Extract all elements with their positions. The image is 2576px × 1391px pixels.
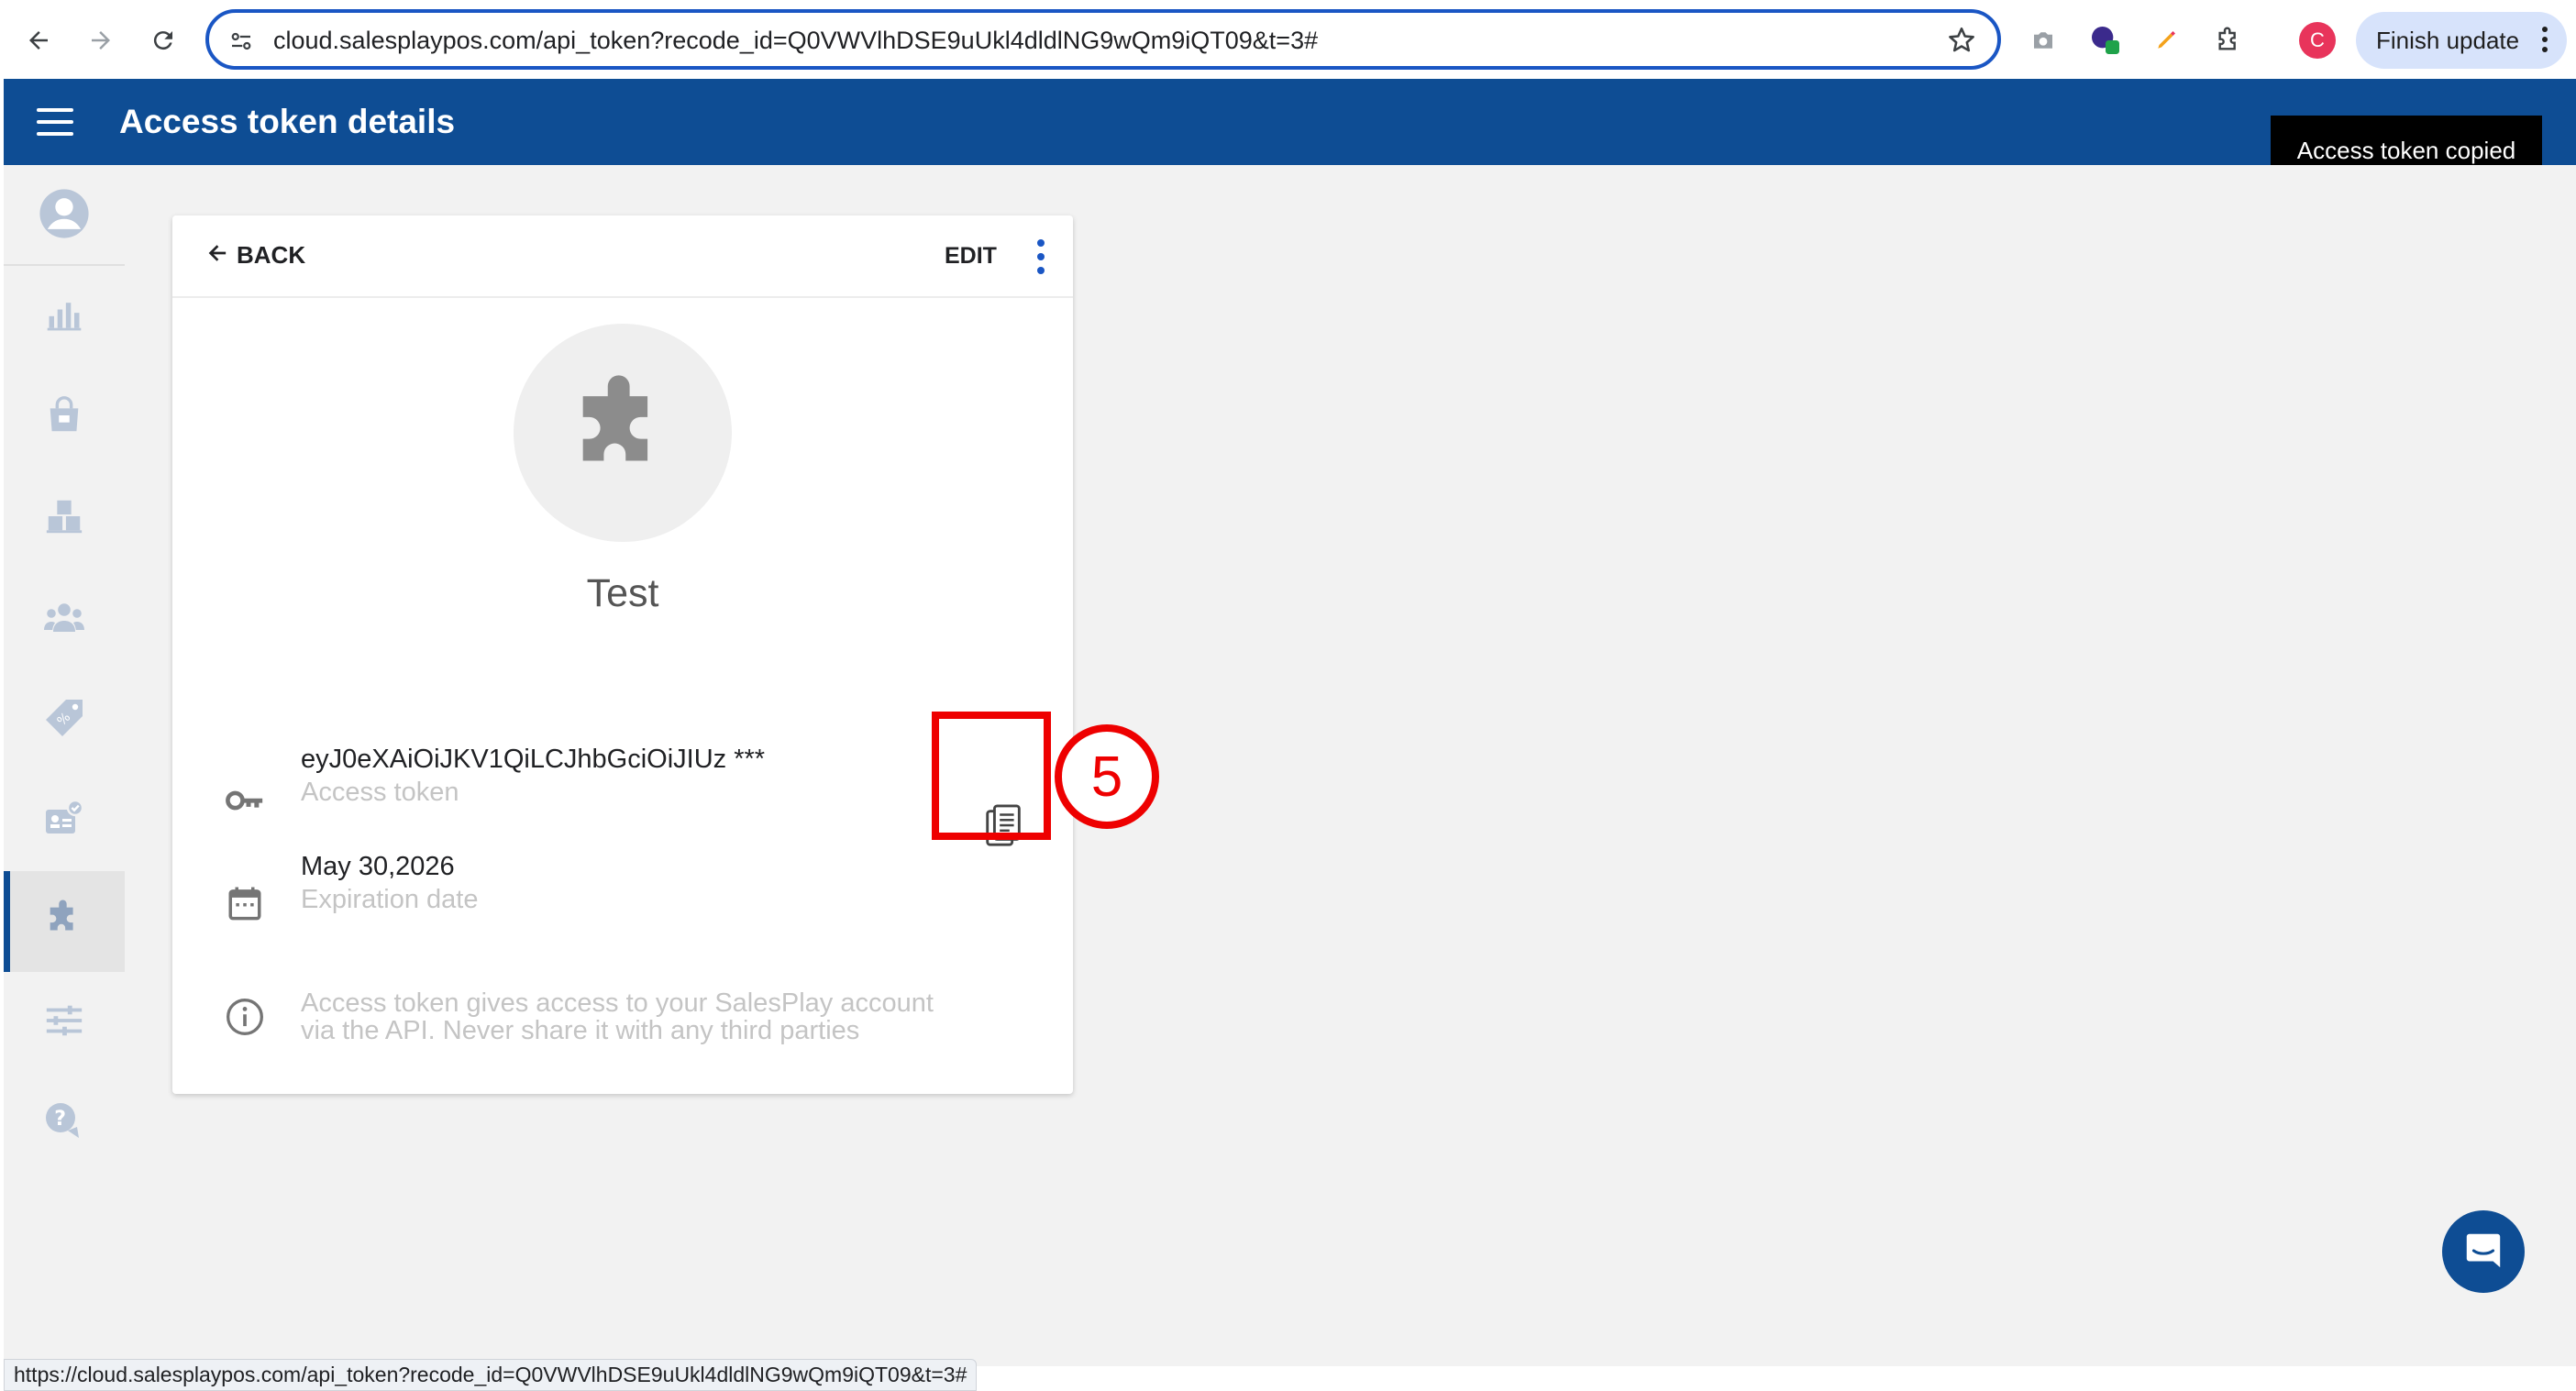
info-icon: [224, 996, 266, 1038]
annotation-step-badge: 5: [1055, 724, 1159, 829]
back-label: BACK: [237, 241, 306, 269]
help-icon: ?: [42, 1099, 86, 1148]
more-options-icon[interactable]: [1034, 239, 1047, 276]
screenshot-camera-icon[interactable]: [2023, 20, 2063, 61]
chat-icon: [2462, 1229, 2504, 1275]
profile-avatar[interactable]: C: [2299, 22, 2336, 59]
employees-icon: [42, 797, 86, 845]
url-text[interactable]: cloud.salesplaypos.com/api_token?recode_…: [273, 27, 1318, 55]
status-bar-url: https://cloud.salesplaypos.com/api_token…: [4, 1359, 978, 1391]
page-title: Access token details: [119, 103, 456, 140]
browser-toolbar: cloud.salesplaypos.com/api_token?recode_…: [0, 0, 2576, 79]
key-icon: [224, 779, 266, 822]
sidebar-item-items[interactable]: [4, 367, 125, 468]
expiration-date-caption: Expiration date: [301, 885, 479, 914]
access-token-value: eyJ0eXAiOiJKV1QiLCJhbGciOiJIUz ***: [301, 745, 766, 774]
sidebar-item-help[interactable]: ?: [4, 1073, 125, 1174]
forward-arrow-icon[interactable]: [81, 20, 121, 61]
settings-icon: [43, 999, 85, 1046]
expiration-date-value: May 30,2026: [301, 852, 455, 881]
discounts-icon: %: [42, 696, 86, 745]
back-arrow-icon: [207, 241, 227, 270]
bookmark-star-icon[interactable]: [1946, 25, 1977, 61]
calendar-icon: [224, 882, 266, 924]
site-settings-icon[interactable]: [227, 28, 255, 60]
extension-pen-icon[interactable]: [2146, 20, 2186, 61]
app-header: Access token details: [4, 79, 2576, 165]
annotation-highlight-box: [932, 712, 1051, 840]
finish-update-button[interactable]: Finish update: [2356, 12, 2567, 69]
svg-text:?: ?: [54, 1108, 66, 1131]
integrations-icon: [43, 899, 85, 945]
reload-icon[interactable]: [143, 20, 183, 61]
sidebar-item-reports[interactable]: [4, 266, 125, 367]
back-button[interactable]: BACK: [207, 241, 305, 270]
customers-icon: [42, 595, 86, 644]
sidebar-item-integrations[interactable]: [4, 871, 125, 972]
account-icon: [38, 187, 91, 245]
card-toolbar: BACK EDIT: [172, 215, 1073, 298]
items-icon: [43, 394, 85, 441]
puzzle-icon: [563, 371, 682, 495]
extensions-puzzle-icon[interactable]: [2208, 20, 2249, 61]
extension-globe-icon[interactable]: [2085, 20, 2126, 61]
sidebar-item-account[interactable]: [4, 165, 125, 266]
access-token-caption: Access token: [301, 778, 459, 807]
edit-button[interactable]: EDIT: [945, 243, 997, 270]
finish-update-label: Finish update: [2376, 26, 2520, 54]
sidebar-item-settings[interactable]: [4, 972, 125, 1073]
sidebar-item-employees[interactable]: [4, 770, 125, 871]
hamburger-menu-icon[interactable]: [37, 105, 77, 139]
sidebar-item-inventory[interactable]: [4, 468, 125, 569]
reports-icon: [44, 294, 84, 339]
info-text-line1: Access token gives access to your SalesP…: [301, 988, 934, 1018]
sidebar-item-customers[interactable]: [4, 569, 125, 669]
info-text-line2: via the API. Never share it with any thi…: [301, 1016, 860, 1045]
sidebar-item-discounts[interactable]: %: [4, 669, 125, 770]
token-avatar: [514, 324, 732, 542]
inventory-icon: [43, 495, 85, 542]
address-bar[interactable]: cloud.salesplaypos.com/api_token?recode_…: [205, 9, 2001, 70]
browser-menu-icon[interactable]: [2541, 25, 2548, 61]
access-token-card: BACK EDIT Test eyJ0eXAiOiJKV1QiLCJhbGciO…: [172, 215, 1073, 1094]
token-name: Test: [586, 571, 659, 615]
sidebar: % ?: [4, 165, 125, 1391]
chat-launcher-button[interactable]: [2442, 1210, 2525, 1293]
back-arrow-icon[interactable]: [18, 20, 59, 61]
